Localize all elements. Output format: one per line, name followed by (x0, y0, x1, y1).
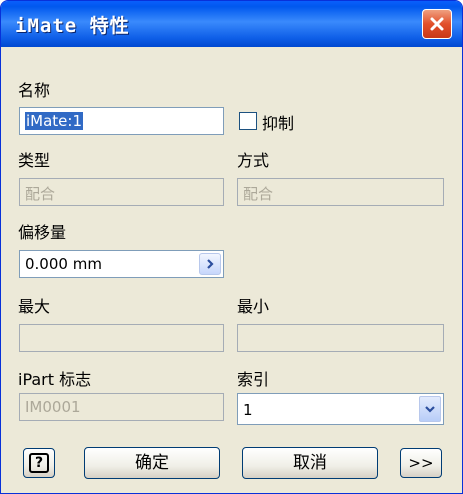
min-field (237, 324, 444, 352)
min-label: 最小 (237, 297, 270, 316)
help-button[interactable]: ? (23, 448, 55, 478)
mode-label: 方式 (237, 151, 270, 170)
offset-input-value: 0.000 mm (25, 255, 102, 273)
type-field: 配合 (19, 178, 224, 206)
name-label: 名称 (18, 81, 51, 100)
help-icon: ? (29, 453, 49, 473)
mode-field: 配合 (237, 178, 444, 206)
window-title: iMate 特性 (15, 15, 130, 37)
offset-spin-button[interactable] (199, 253, 221, 275)
ipart-flag-label: iPart 标志 (18, 370, 92, 389)
offset-label: 偏移量 (18, 223, 67, 242)
max-label: 最大 (18, 297, 51, 316)
max-field (19, 324, 224, 352)
dialog-body: 名称 iMate:1 抑制 类型 方式 配合 配合 偏移量 0.000 mm 最… (4, 47, 459, 490)
index-dropdown[interactable]: 1 (237, 393, 444, 425)
name-input-value: iMate:1 (25, 112, 84, 130)
chevron-down-icon (425, 406, 435, 413)
type-label: 类型 (18, 151, 51, 170)
offset-input[interactable]: 0.000 mm (19, 250, 224, 278)
more-button[interactable]: >> (400, 448, 442, 478)
name-input[interactable]: iMate:1 (19, 107, 224, 135)
close-icon (430, 17, 444, 31)
chevron-right-icon (207, 259, 214, 269)
cancel-button[interactable]: 取消 (242, 447, 378, 479)
index-label: 索引 (237, 370, 270, 389)
close-button[interactable] (422, 9, 452, 39)
index-dropdown-button[interactable] (419, 396, 441, 422)
imate-properties-dialog: iMate 特性 名称 iMate:1 抑制 类型 方式 配合 配合 偏移量 0… (0, 0, 463, 494)
ok-button[interactable]: 确定 (84, 447, 220, 479)
title-bar[interactable]: iMate 特性 (1, 1, 462, 47)
suppress-checkbox[interactable] (239, 112, 257, 130)
ipart-flag-field: IM0001 (19, 393, 224, 421)
index-dropdown-value: 1 (243, 401, 253, 419)
suppress-label: 抑制 (262, 114, 295, 133)
